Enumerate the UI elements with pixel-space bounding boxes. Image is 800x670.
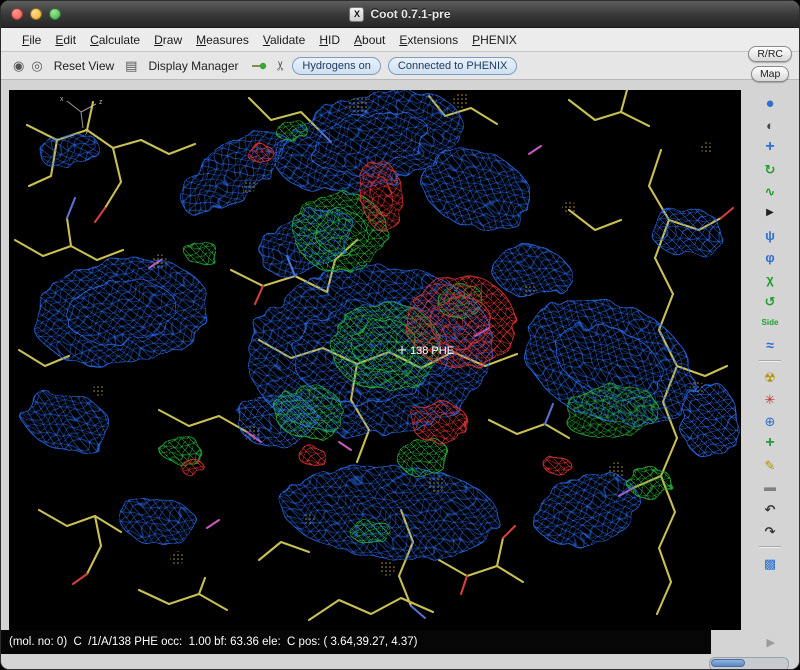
- main-toolbar: ◉ ◎ Reset View ▤ Display Manager ✂ Hydro…: [1, 52, 799, 80]
- display-manager-icon: ▤: [125, 59, 137, 72]
- torsion-icon[interactable]: φ: [757, 246, 783, 268]
- regularize-icon[interactable]: ∿: [757, 180, 783, 202]
- toolbar-separator: [759, 546, 781, 548]
- menu-phenix[interactable]: PHENIX: [465, 31, 524, 49]
- toolbar-separator: [759, 360, 781, 362]
- menu-extensions[interactable]: Extensions: [392, 31, 465, 49]
- svg-text:x: x: [60, 96, 64, 103]
- phenix-connection-button[interactable]: Connected to PHENIX: [388, 57, 517, 75]
- jiggle-fit-icon[interactable]: ≈: [757, 334, 783, 356]
- rotate-zone-icon[interactable]: ↺: [757, 290, 783, 312]
- menu-about[interactable]: About: [347, 31, 392, 49]
- menu-calculate[interactable]: Calculate: [83, 31, 147, 49]
- mutate-icon[interactable]: ☢: [757, 366, 783, 388]
- x11-icon: X: [349, 7, 364, 22]
- titlebar[interactable]: X Coot 0.7.1-pre: [1, 1, 799, 28]
- display-issues-icon[interactable]: ▩: [757, 552, 783, 574]
- undo-icon[interactable]: ↶: [757, 498, 783, 520]
- toolbar-group-buttons: R/RC Map: [748, 46, 792, 82]
- status-bar: (mol. no: 0) C /1/A/138 PHE occ: 1.00 bf…: [1, 630, 711, 654]
- add-alt-conf-icon[interactable]: +: [757, 432, 783, 454]
- coot-window: X Coot 0.7.1-pre File Edit Calculate Dra…: [0, 0, 800, 670]
- frame-gap: [1, 80, 799, 90]
- recentre-icon[interactable]: +: [757, 136, 783, 158]
- menu-measures[interactable]: Measures: [189, 31, 256, 49]
- status-text: (mol. no: 0) C /1/A/138 PHE occ: 1.00 bf…: [9, 636, 417, 648]
- measure-distance-icon[interactable]: [250, 59, 268, 73]
- play-icon[interactable]: ▶: [757, 202, 783, 224]
- svg-text:z: z: [99, 99, 103, 106]
- status-row: (mol. no: 0) C /1/A/138 PHE occ: 1.00 bf…: [1, 630, 799, 654]
- menu-hid[interactable]: HID: [312, 31, 347, 49]
- chi-angles-icon[interactable]: χ: [757, 268, 783, 290]
- map-sphere-icon[interactable]: ●: [757, 92, 783, 114]
- menu-edit[interactable]: Edit: [48, 31, 83, 49]
- menu-file[interactable]: File: [15, 31, 48, 49]
- add-atom-icon[interactable]: ⊕: [757, 410, 783, 432]
- scissors-icon[interactable]: ✂: [273, 60, 286, 71]
- content-row: x z y: [1, 90, 799, 630]
- rotamer-icon[interactable]: ψ: [757, 224, 783, 246]
- menu-draw[interactable]: Draw: [147, 31, 189, 49]
- record-circle-icon[interactable]: ◉: [13, 59, 24, 72]
- add-terminal-residue-icon[interactable]: ✳: [757, 388, 783, 410]
- display-manager-button[interactable]: Display Manager: [144, 57, 242, 75]
- mini-scrollbar-thumb[interactable]: [711, 659, 745, 667]
- molecular-viewport[interactable]: x z y: [9, 90, 741, 630]
- menubar: File Edit Calculate Draw Measures Valida…: [1, 28, 799, 52]
- menu-validate[interactable]: Validate: [256, 31, 313, 49]
- redo-icon[interactable]: ↷: [757, 520, 783, 542]
- density-scene: x z y: [9, 90, 741, 630]
- hydrogens-toggle-button[interactable]: Hydrogens on: [292, 57, 381, 75]
- zoom-button[interactable]: [49, 8, 61, 20]
- bottom-frame: [1, 654, 799, 670]
- traffic-lights: [11, 1, 61, 27]
- minimize-button[interactable]: [30, 8, 42, 20]
- clock-icon[interactable]: ◐: [757, 114, 783, 136]
- residue-label: 138 PHE: [410, 345, 454, 357]
- rrc-group-button[interactable]: R/RC: [748, 46, 792, 62]
- sidechain-flip-icon[interactable]: Side: [757, 312, 783, 334]
- real-space-refine-icon[interactable]: ↻: [757, 158, 783, 180]
- expander-triangle-icon[interactable]: ▶: [767, 636, 775, 649]
- corner-area: ▶: [711, 630, 799, 654]
- brush-icon[interactable]: ✎: [757, 454, 783, 476]
- window-title: X Coot 0.7.1-pre: [349, 7, 450, 22]
- close-button[interactable]: [11, 8, 23, 20]
- right-toolbar: ● ◐ + ↻ ∿ ▶ ψ φ χ ↺ Side ≈ ☢ ✳ ⊕ + ✎ ▬ ↶…: [741, 90, 799, 630]
- map-group-button[interactable]: Map: [751, 66, 789, 82]
- target-circle-icon[interactable]: ◎: [31, 59, 42, 72]
- window-title-text: Coot 0.7.1-pre: [370, 7, 450, 21]
- delete-item-icon[interactable]: ▬: [757, 476, 783, 498]
- mini-scrollbar[interactable]: [709, 657, 789, 670]
- reset-view-button[interactable]: Reset View: [50, 57, 118, 75]
